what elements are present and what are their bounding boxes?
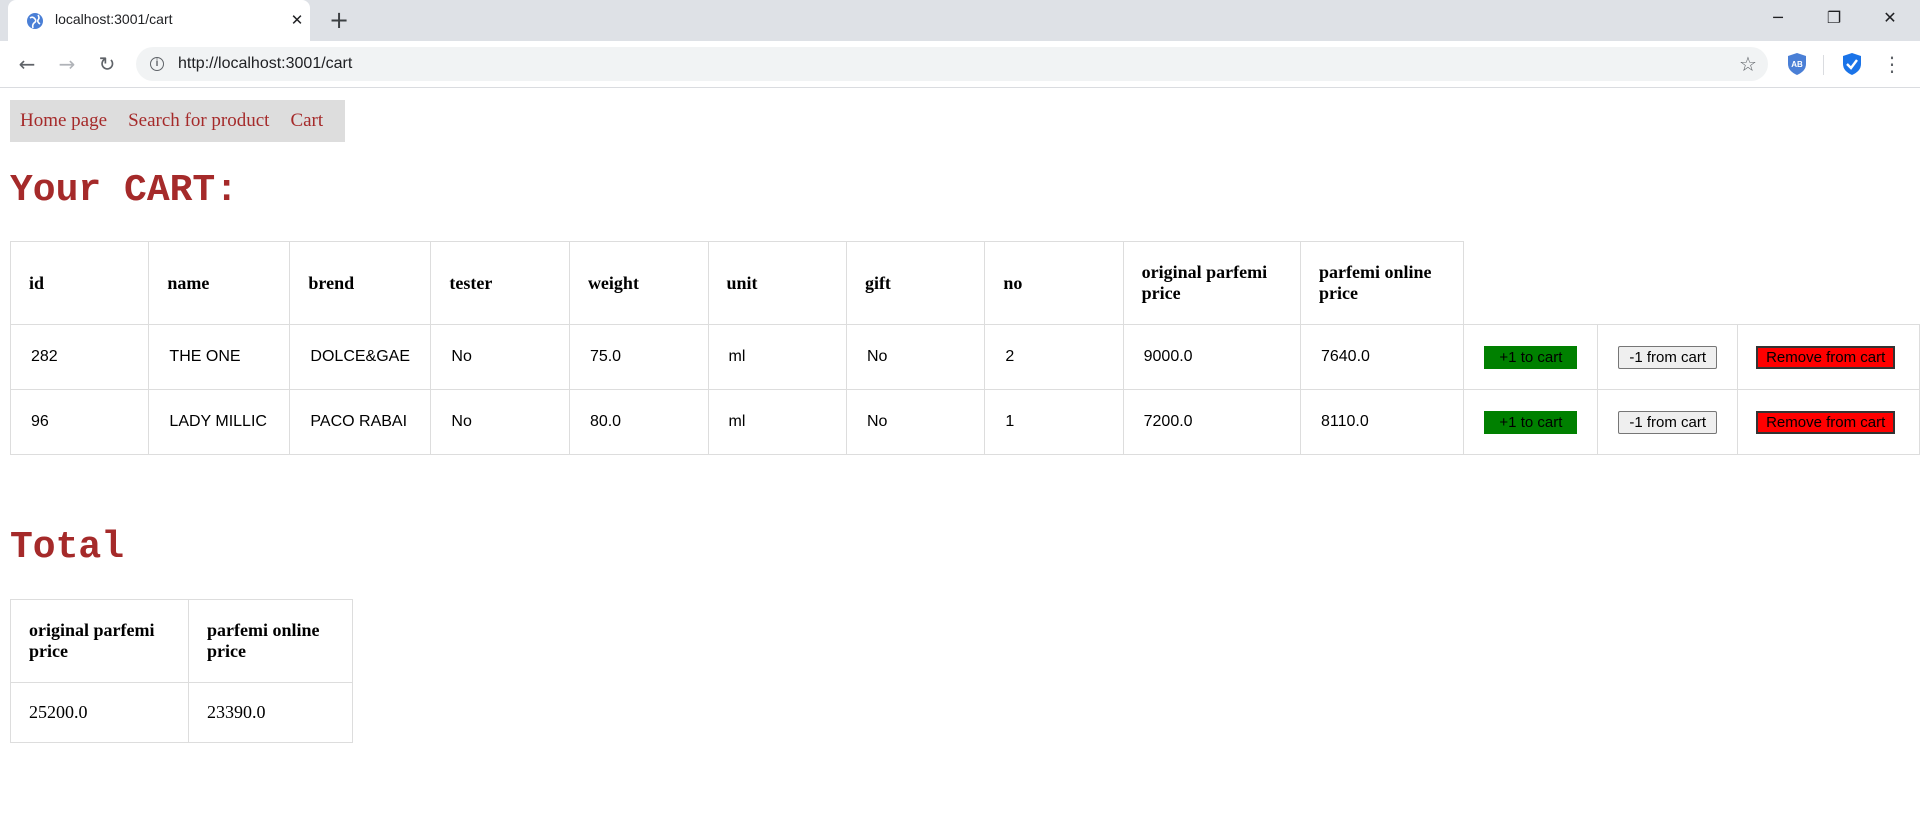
page-content: Home page Search for product Cart Your C… — [0, 88, 1920, 830]
cell-gift: No — [845, 389, 986, 455]
nav-link-cart[interactable]: Cart — [290, 110, 323, 132]
remove-one-from-cart-button[interactable]: -1 from cart — [1618, 345, 1718, 369]
close-tab-icon[interactable]: ✕ — [288, 11, 306, 29]
site-info-icon[interactable]: i — [150, 57, 164, 71]
totals-header-row: original parfemi price parfemi online pr… — [10, 599, 353, 683]
cell-original-price: 9000.0 — [1122, 324, 1301, 390]
column-header-online-price: parfemi online price — [1299, 241, 1465, 325]
totals-table: original parfemi price parfemi online pr… — [10, 599, 353, 743]
total-heading: Total — [10, 526, 125, 569]
cell-remove-action: Remove from cart — [1737, 324, 1920, 390]
cell-remove-action: Remove from cart — [1737, 389, 1920, 455]
cell-weight: 75.0 — [568, 324, 709, 390]
remove-from-cart-button[interactable]: Remove from cart — [1756, 345, 1896, 369]
browser-toolbar: ← → ↻ i http://localhost:3001/cart ☆ AB … — [0, 41, 1920, 88]
add-one-to-cart-button[interactable]: +1 to cart — [1484, 410, 1578, 434]
action-header-spacer — [1464, 242, 1598, 325]
tab-title: localhost:3001/cart — [55, 11, 173, 27]
action-header-spacer — [1738, 242, 1920, 325]
column-header-total-original-price: original parfemi price — [10, 599, 189, 683]
bookmark-star-icon[interactable]: ☆ — [1736, 52, 1760, 76]
total-original-price: 25200.0 — [10, 682, 189, 743]
restore-window-button[interactable]: ❐ — [1806, 0, 1862, 36]
table-row: 96 LADY MILLIC PACO RABAI No 80.0 ml No … — [9, 389, 1920, 455]
cell-brend: DOLCE&GAE — [289, 324, 432, 390]
add-one-to-cart-button[interactable]: +1 to cart — [1484, 345, 1578, 369]
browser-tab-strip: localhost:3001/cart ✕ + ─ ❐ ✕ — [0, 0, 1920, 41]
column-header-name: name — [148, 241, 291, 325]
shield-check-extension-icon[interactable] — [1841, 52, 1863, 76]
address-bar[interactable]: i http://localhost:3001/cart ☆ — [136, 47, 1768, 81]
column-header-tester: tester — [430, 241, 570, 325]
cell-name-text: THE ONE — [169, 348, 241, 365]
toolbar-separator — [1823, 55, 1824, 75]
minimize-window-button[interactable]: ─ — [1750, 0, 1806, 36]
forward-button[interactable]: → — [53, 52, 81, 76]
cart-table: id name brend tester weight unit gift no… — [9, 241, 1920, 455]
nav-link-search[interactable]: Search for product — [128, 110, 269, 132]
cell-online-price: 7640.0 — [1299, 324, 1465, 390]
column-header-brend: brend — [289, 241, 432, 325]
column-header-no: no — [984, 241, 1124, 325]
cell-minus-action: -1 from cart — [1597, 324, 1739, 390]
cell-brend: PACO RABAI — [289, 389, 432, 455]
table-row: 25200.0 23390.0 — [10, 682, 353, 743]
remove-from-cart-button[interactable]: Remove from cart — [1756, 410, 1896, 434]
cell-add-action: +1 to cart — [1463, 389, 1599, 455]
cell-gift: No — [845, 324, 986, 390]
cell-original-price: 7200.0 — [1122, 389, 1301, 455]
column-header-id: id — [9, 241, 150, 325]
adblock-extension-label: AB — [1791, 60, 1803, 69]
cell-name: THE ONE — [148, 324, 291, 390]
cell-tester: No — [430, 389, 570, 455]
table-row: 282 THE ONE DOLCE&GAE No 75.0 ml No 2 90… — [9, 324, 1920, 390]
cell-no: 2 — [984, 324, 1124, 390]
new-tab-button[interactable]: + — [325, 6, 353, 34]
nav-link-home[interactable]: Home page — [20, 110, 107, 132]
cell-minus-action: -1 from cart — [1597, 389, 1739, 455]
url-text[interactable]: http://localhost:3001/cart — [178, 55, 352, 73]
globe-icon — [27, 13, 43, 29]
cell-unit: ml — [707, 324, 847, 390]
action-header-spacer — [1598, 242, 1738, 325]
cell-id: 282 — [9, 324, 150, 390]
close-window-button[interactable]: ✕ — [1862, 0, 1918, 36]
back-button[interactable]: ← — [13, 52, 41, 76]
cell-brend-text: PACO RABAI — [310, 413, 408, 430]
column-header-original-price: original parfemi price — [1122, 241, 1301, 325]
cell-name-text: LADY MILLIC — [169, 413, 267, 430]
cell-id: 96 — [9, 389, 150, 455]
cell-no: 1 — [984, 389, 1124, 455]
cart-heading: Your CART: — [10, 169, 239, 212]
cell-add-action: +1 to cart — [1463, 324, 1599, 390]
column-header-unit: unit — [707, 241, 847, 325]
browser-menu-icon[interactable]: ⋮ — [1882, 52, 1902, 76]
cell-weight: 80.0 — [568, 389, 709, 455]
cart-header-row: id name brend tester weight unit gift no… — [9, 241, 1920, 325]
cell-brend-text: DOLCE&GAE — [310, 348, 411, 365]
cell-unit: ml — [707, 389, 847, 455]
total-online-price: 23390.0 — [188, 682, 353, 743]
cell-online-price: 8110.0 — [1299, 389, 1465, 455]
cell-tester: No — [430, 324, 570, 390]
column-header-gift: gift — [845, 241, 986, 325]
reload-button[interactable]: ↻ — [93, 52, 121, 76]
browser-tab[interactable]: localhost:3001/cart ✕ — [8, 0, 310, 41]
top-navigation: Home page Search for product Cart — [10, 100, 345, 142]
column-header-total-online-price: parfemi online price — [188, 599, 353, 683]
remove-one-from-cart-button[interactable]: -1 from cart — [1618, 410, 1718, 434]
adblock-extension-icon[interactable]: AB — [1786, 52, 1808, 76]
column-header-weight: weight — [568, 241, 709, 325]
cell-name: LADY MILLIC — [148, 389, 291, 455]
